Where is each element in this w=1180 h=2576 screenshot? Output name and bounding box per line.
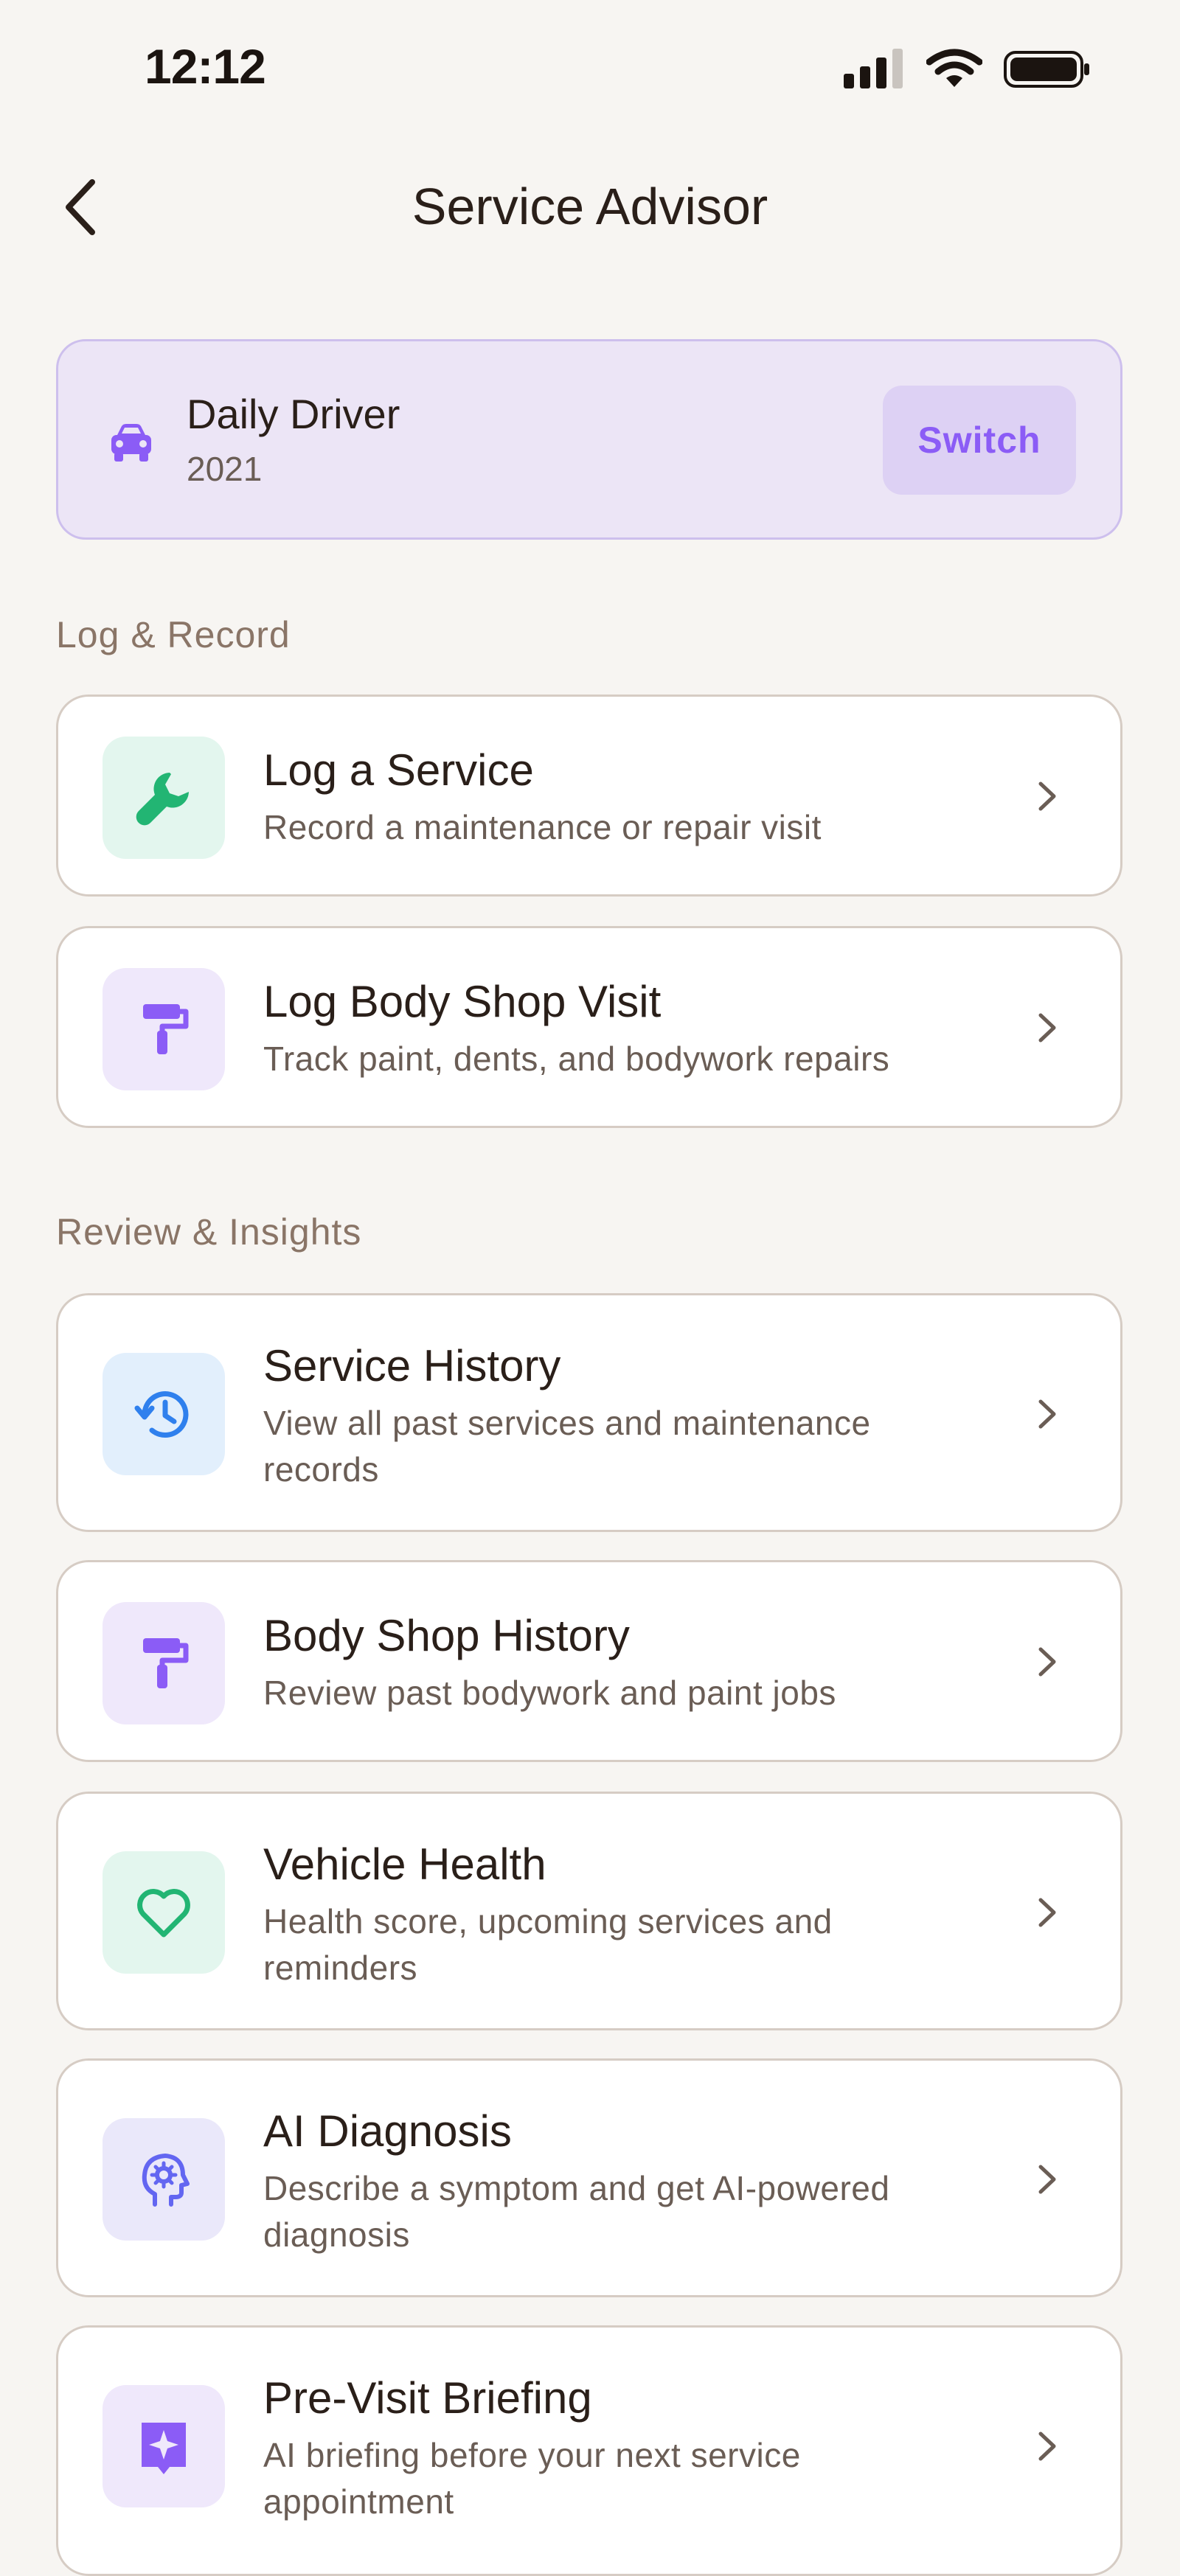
pre-visit-briefing-row[interactable]: Pre-Visit Briefing AI briefing before yo…: [56, 2325, 1122, 2576]
row-subtitle: Track paint, dents, and bodywork repairs: [263, 1040, 890, 1078]
wrench-icon: [136, 773, 189, 826]
history-icon: [134, 1391, 189, 1438]
row-subtitle: View all past services and maintenance r…: [263, 1404, 871, 1489]
vehicle-name: Daily Driver: [187, 391, 400, 437]
row-icon-box: [103, 737, 225, 859]
row-icon-box: [103, 1851, 225, 1974]
row-icon-box: [103, 968, 225, 1090]
chevron-right-icon: [1038, 1013, 1056, 1042]
log-body-shop-row[interactable]: Log Body Shop Visit Track paint, dents, …: [56, 926, 1122, 1128]
vehicle-health-row[interactable]: Vehicle Health Health score, upcoming se…: [56, 1792, 1122, 2030]
nav-header: Service Advisor: [0, 147, 1180, 265]
chevron-right-icon: [1038, 781, 1056, 811]
status-icons: [844, 49, 1092, 90]
row-title: Pre-Visit Briefing: [263, 2373, 592, 2423]
chevron-right-icon: [1038, 2431, 1056, 2461]
chevron-right-icon: [1038, 1399, 1056, 1429]
row-icon-box: [103, 1353, 225, 1475]
heart-icon: [137, 1889, 190, 1938]
car-icon: [111, 424, 151, 462]
cellular-signal-icon: [844, 49, 903, 88]
switch-vehicle-button[interactable]: Switch: [883, 386, 1076, 495]
row-icon-box: [103, 2385, 225, 2507]
chevron-right-icon: [1038, 1898, 1056, 1927]
vehicle-year: 2021: [187, 450, 263, 488]
paint-roller-icon: [143, 1004, 189, 1054]
vehicle-card: Daily Driver 2021 Switch: [56, 339, 1122, 540]
brain-gear-icon: [142, 2154, 190, 2207]
section-title-log-record: Log & Record: [56, 614, 291, 655]
service-history-row[interactable]: Service History View all past services a…: [56, 1293, 1122, 1532]
body-shop-history-row[interactable]: Body Shop History Review past bodywork a…: [56, 1560, 1122, 1762]
status-time: 12:12: [145, 39, 266, 94]
row-subtitle: Review past bodywork and paint jobs: [263, 1674, 836, 1712]
row-title: Vehicle Health: [263, 1839, 546, 1889]
chevron-right-icon: [1038, 2165, 1056, 2194]
ai-diagnosis-row[interactable]: AI Diagnosis Describe a symptom and get …: [56, 2058, 1122, 2297]
row-subtitle: Record a maintenance or repair visit: [263, 808, 822, 846]
row-title: Log a Service: [263, 745, 534, 795]
row-title: Service History: [263, 1341, 561, 1390]
row-title: Log Body Shop Visit: [263, 977, 662, 1026]
row-icon-box: [103, 1602, 225, 1724]
chevron-right-icon: [1038, 1647, 1056, 1677]
row-subtitle: Health score, upcoming services and remi…: [263, 1902, 833, 1988]
battery-icon: [1004, 51, 1089, 88]
row-title: Body Shop History: [263, 1611, 630, 1660]
status-bar: 12:12: [0, 0, 1180, 133]
sparkle-badge-icon: [142, 2423, 186, 2474]
paint-roller-icon: [143, 1638, 189, 1688]
wifi-icon: [926, 49, 982, 87]
row-subtitle: Describe a symptom and get AI-powered di…: [263, 2169, 890, 2255]
row-subtitle: AI briefing before your next service app…: [263, 2436, 801, 2521]
log-service-row[interactable]: Log a Service Record a maintenance or re…: [56, 695, 1122, 897]
row-title: AI Diagnosis: [263, 2106, 512, 2156]
row-icon-box: [103, 2118, 225, 2241]
page-title: Service Advisor: [412, 178, 768, 235]
section-title-review-insights: Review & Insights: [56, 1211, 362, 1253]
